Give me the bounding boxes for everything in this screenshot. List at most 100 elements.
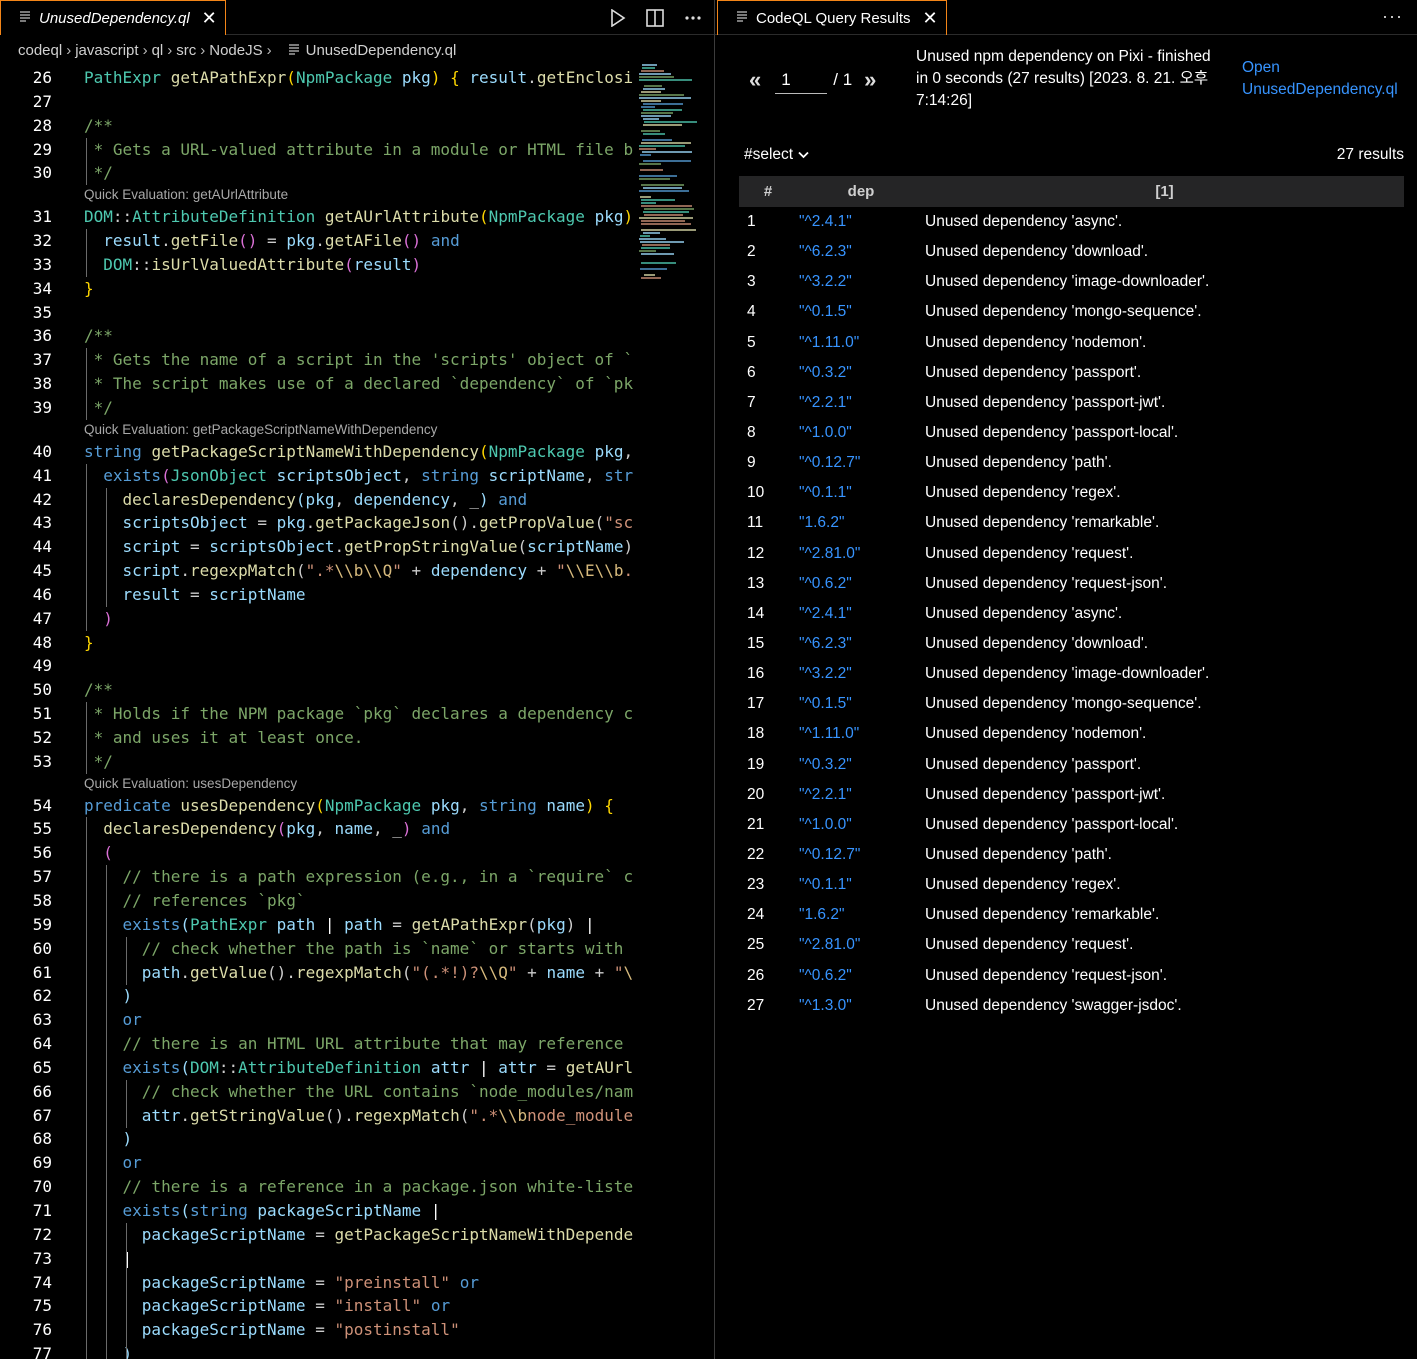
dep-version-link[interactable]: "^1.11.0" bbox=[797, 328, 925, 358]
results-table: # dep [1] 1 "^2.4.1" Unused dependency 'as… bbox=[739, 176, 1404, 1021]
dep-version-link[interactable]: "^1.11.0" bbox=[797, 719, 925, 749]
table-row[interactable]: 9 "^0.12.7" Unused dependency 'path'. bbox=[739, 448, 1404, 478]
table-row[interactable]: 12 "^2.81.0" Unused dependency 'request'. bbox=[739, 539, 1404, 569]
breadcrumb-item[interactable]: codeql bbox=[18, 42, 62, 59]
dep-version-link[interactable]: "^2.4.1" bbox=[797, 599, 925, 629]
dep-version-link[interactable]: "^0.6.2" bbox=[797, 569, 925, 599]
table-row[interactable]: 10 "^0.1.1" Unused dependency 'regex'. bbox=[739, 478, 1404, 508]
code-line: 35 bbox=[32, 302, 52, 322]
column-header-message[interactable]: [1] bbox=[925, 176, 1404, 207]
table-row[interactable]: 23 "^0.1.1" Unused dependency 'regex'. bbox=[739, 870, 1404, 900]
minimap-line bbox=[643, 187, 682, 189]
table-row[interactable]: 21 "^1.0.0" Unused dependency 'passport-lo… bbox=[739, 810, 1404, 840]
breadcrumb-item[interactable]: javascript bbox=[75, 42, 138, 59]
dep-version-link[interactable]: "^0.3.2" bbox=[797, 750, 925, 780]
table-row[interactable]: 8 "^1.0.0" Unused dependency 'passport-loc… bbox=[739, 418, 1404, 448]
minimap[interactable] bbox=[637, 62, 698, 282]
table-row[interactable]: 14 "^2.4.1" Unused dependency 'async'. bbox=[739, 599, 1404, 629]
editor-scrollbar[interactable] bbox=[697, 62, 714, 1359]
code-line: 63 or bbox=[32, 1010, 142, 1030]
dep-version-link[interactable]: "^2.4.1" bbox=[797, 207, 925, 237]
table-row[interactable]: 24 "1.6.2" Unused dependency 'remarkable'. bbox=[739, 900, 1404, 930]
dep-version-link[interactable]: "^3.2.2" bbox=[797, 659, 925, 689]
row-index: 16 bbox=[747, 665, 765, 683]
dep-version-link[interactable]: "^1.3.0" bbox=[797, 991, 925, 1021]
table-row[interactable]: 13 "^0.6.2" Unused dependency 'request-jso… bbox=[739, 569, 1404, 599]
split-editor-icon[interactable] bbox=[646, 8, 664, 27]
minimap-line bbox=[643, 211, 689, 213]
dep-version-link[interactable]: "^0.12.7" bbox=[797, 840, 925, 870]
indent-guide bbox=[86, 464, 87, 631]
close-icon[interactable]: ✕ bbox=[923, 8, 938, 29]
prev-page-button[interactable]: « bbox=[749, 67, 761, 93]
open-query-link[interactable]: Open UnusedDependency.ql bbox=[1242, 57, 1398, 101]
code-editor[interactable]: 26 PathExpr getAPathExpr(NpmPackage pkg) … bbox=[0, 66, 634, 1359]
table-row[interactable]: 27 "^1.3.0" Unused dependency 'swagger-jsd… bbox=[739, 991, 1404, 1021]
column-header-index[interactable]: # bbox=[739, 176, 797, 207]
dep-version-link[interactable]: "1.6.2" bbox=[797, 900, 925, 930]
open-query-link-file[interactable]: UnusedDependency.ql bbox=[1242, 79, 1398, 101]
table-row[interactable]: 26 "^0.6.2" Unused dependency 'request-jso… bbox=[739, 961, 1404, 991]
dep-version-link[interactable]: "^0.12.7" bbox=[797, 448, 925, 478]
dep-version-link[interactable]: "^2.81.0" bbox=[797, 539, 925, 569]
dep-version-link[interactable]: "^6.2.3" bbox=[797, 629, 925, 659]
dep-version-link[interactable]: "^0.1.1" bbox=[797, 870, 925, 900]
column-header-dep[interactable]: dep bbox=[797, 176, 925, 207]
table-row[interactable]: 1 "^2.4.1" Unused dependency 'async'. bbox=[739, 207, 1404, 237]
table-row[interactable]: 16 "^3.2.2" Unused dependency 'image-downl… bbox=[739, 659, 1404, 689]
table-row[interactable]: 15 "^6.2.3" Unused dependency 'download'. bbox=[739, 629, 1404, 659]
table-row[interactable]: 2 "^6.2.3" Unused dependency 'download'. bbox=[739, 237, 1404, 267]
dep-version-link[interactable]: "^1.0.0" bbox=[797, 418, 925, 448]
dep-version-link[interactable]: "^0.1.5" bbox=[797, 297, 925, 327]
table-row[interactable]: 17 "^0.1.5" Unused dependency 'mongo-seque… bbox=[739, 689, 1404, 719]
page-number-input[interactable] bbox=[775, 66, 828, 94]
minimap-line bbox=[643, 124, 682, 126]
minimap-line bbox=[639, 250, 656, 252]
code-line: 71 exists(string packageScriptName | bbox=[32, 1200, 441, 1220]
breadcrumb-item[interactable]: src bbox=[176, 42, 196, 59]
breadcrumb-item[interactable]: ql bbox=[152, 42, 164, 59]
dep-version-link[interactable]: "^1.0.0" bbox=[797, 810, 925, 840]
table-row[interactable]: 19 "^0.3.2" Unused dependency 'passport'. bbox=[739, 750, 1404, 780]
table-row[interactable]: 5 "^1.11.0" Unused dependency 'nodemon'. bbox=[739, 328, 1404, 358]
code-lens-quick-eval[interactable]: Quick Evaluation: usesDependency bbox=[0, 774, 634, 794]
more-icon[interactable]: ··· bbox=[1382, 6, 1403, 27]
close-icon[interactable]: ✕ bbox=[202, 8, 217, 29]
code-lens-quick-eval[interactable]: Quick Evaluation: getAUrlAttribute bbox=[0, 185, 634, 205]
row-index: 21 bbox=[747, 815, 765, 833]
tab-codeql-query-results[interactable]: CodeQL Query Results ✕ bbox=[717, 0, 947, 35]
result-message: Unused dependency 'path'. bbox=[925, 846, 1112, 864]
dep-version-link[interactable]: "^0.3.2" bbox=[797, 358, 925, 388]
breadcrumb-item[interactable]: UnusedDependency.ql bbox=[306, 42, 457, 59]
indent-guide bbox=[86, 702, 87, 774]
dep-version-link[interactable]: "1.6.2" bbox=[797, 508, 925, 538]
indent-guide bbox=[126, 1223, 127, 1359]
table-row[interactable]: 7 "^2.2.1" Unused dependency 'passport-jwt… bbox=[739, 388, 1404, 418]
dep-version-link[interactable]: "^0.1.1" bbox=[797, 478, 925, 508]
table-row[interactable]: 3 "^3.2.2" Unused dependency 'image-downlo… bbox=[739, 267, 1404, 297]
code-lens-quick-eval[interactable]: Quick Evaluation: getPackageScriptNameWi… bbox=[0, 420, 634, 440]
dep-version-link[interactable]: "^0.1.5" bbox=[797, 689, 925, 719]
table-row[interactable]: 11 "1.6.2" Unused dependency 'remarkable'. bbox=[739, 508, 1404, 538]
run-icon[interactable] bbox=[610, 8, 626, 27]
table-row[interactable]: 6 "^0.3.2" Unused dependency 'passport'. bbox=[739, 358, 1404, 388]
result-set-select[interactable]: #select bbox=[744, 146, 809, 163]
table-row[interactable]: 25 "^2.81.0" Unused dependency 'request'. bbox=[739, 930, 1404, 960]
dep-version-link[interactable]: "^2.2.1" bbox=[797, 780, 925, 810]
dep-version-link[interactable]: "^2.2.1" bbox=[797, 388, 925, 418]
dep-version-link[interactable]: "^6.2.3" bbox=[797, 237, 925, 267]
breadcrumb-item[interactable]: NodeJS bbox=[209, 42, 262, 59]
open-query-link-label[interactable]: Open bbox=[1242, 57, 1398, 79]
dep-version-link[interactable]: "^3.2.2" bbox=[797, 267, 925, 297]
dep-version-link[interactable]: "^0.6.2" bbox=[797, 961, 925, 991]
table-row[interactable]: 20 "^2.2.1" Unused dependency 'passport-jw… bbox=[739, 780, 1404, 810]
table-row[interactable]: 18 "^1.11.0" Unused dependency 'nodemon'. bbox=[739, 719, 1404, 749]
minimap-line bbox=[639, 175, 677, 177]
tab-unused-dependency[interactable]: UnusedDependency.ql ✕ bbox=[0, 0, 226, 35]
dep-version-link[interactable]: "^2.81.0" bbox=[797, 930, 925, 960]
next-page-button[interactable]: » bbox=[864, 67, 876, 93]
more-icon[interactable] bbox=[684, 15, 702, 21]
table-row[interactable]: 22 "^0.12.7" Unused dependency 'path'. bbox=[739, 840, 1404, 870]
code-line: 26 PathExpr getAPathExpr(NpmPackage pkg) … bbox=[32, 68, 634, 87]
table-row[interactable]: 4 "^0.1.5" Unused dependency 'mongo-sequen… bbox=[739, 297, 1404, 327]
